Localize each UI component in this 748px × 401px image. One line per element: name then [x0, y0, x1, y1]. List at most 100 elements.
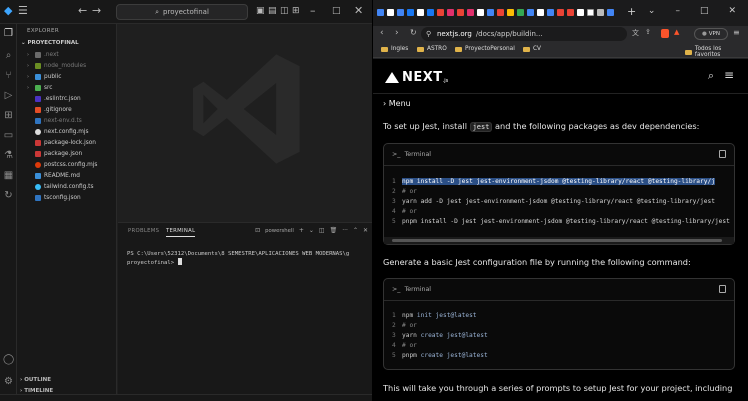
- tab-close-icon[interactable]: [597, 9, 604, 16]
- address-bar[interactable]: ⚲ nextjs.org/docs/app/buildin...: [421, 27, 627, 41]
- browser-maximize-icon[interactable]: □: [700, 6, 709, 16]
- tree-item-postcss-config[interactable]: postcss.config.mjs: [27, 159, 97, 170]
- tab-terminal[interactable]: TERMINAL: [166, 228, 196, 237]
- extensions-icon[interactable]: ⊞: [3, 110, 14, 121]
- shell-label[interactable]: powershell: [265, 228, 294, 234]
- tab-favicon-icon[interactable]: [507, 9, 514, 16]
- minimize-icon[interactable]: –: [310, 4, 316, 18]
- split-terminal-icon[interactable]: ◫: [319, 227, 325, 234]
- code-horizontal-scrollbar[interactable]: [384, 237, 734, 244]
- bookmark-cv[interactable]: CV: [523, 46, 541, 52]
- tree-item-gitignore[interactable]: .gitignore: [27, 104, 72, 115]
- manage-gear-icon[interactable]: ⚙: [3, 376, 14, 387]
- forward-icon[interactable]: ›: [395, 28, 399, 38]
- tree-item-eslintrc[interactable]: .eslintrc.json: [27, 93, 81, 104]
- tab-favicon-icon[interactable]: [417, 9, 424, 16]
- bookmark-ingles[interactable]: Ingles: [381, 46, 408, 52]
- tree-item-next[interactable]: › .next: [27, 49, 59, 60]
- toggle-secondary-sidebar-icon[interactable]: ◫: [280, 4, 289, 18]
- vpn-button[interactable]: ● VPN: [694, 28, 728, 40]
- copy-icon[interactable]: [719, 150, 726, 158]
- hamburger-menu-icon[interactable]: ≡: [724, 68, 734, 82]
- tree-item-tailwind-config[interactable]: tailwind.config.ts: [27, 181, 93, 192]
- tab-favicon-icon[interactable]: [577, 9, 584, 16]
- bookmark-astro[interactable]: ASTRO: [417, 46, 447, 52]
- tab-favicon-icon[interactable]: [377, 9, 384, 16]
- tab-favicon-icon[interactable]: [467, 9, 474, 16]
- site-info-icon[interactable]: ⚲: [426, 30, 431, 38]
- tab-favicon-icon[interactable]: [447, 9, 454, 16]
- kill-terminal-icon[interactable]: 🗑: [330, 227, 338, 234]
- search-icon[interactable]: ⌕: [3, 50, 14, 61]
- maximize-icon[interactable]: □: [332, 4, 341, 18]
- brave-shields-icon[interactable]: [661, 29, 669, 38]
- browser-minimize-icon[interactable]: –: [675, 6, 680, 16]
- copy-icon[interactable]: [719, 285, 726, 293]
- nextjs-logo[interactable]: NEXT .js: [385, 70, 448, 85]
- remote-explorer-icon[interactable]: ▭: [3, 130, 14, 141]
- tab-favicon-icon[interactable]: [517, 9, 524, 16]
- all-bookmarks[interactable]: Todos los favoritos: [685, 46, 748, 58]
- tab-favicon-icon[interactable]: [427, 9, 434, 16]
- tree-item-next-config[interactable]: next.config.mjs: [27, 126, 89, 137]
- tab-problems[interactable]: PROBLEMS: [128, 228, 159, 234]
- back-icon[interactable]: ‹: [380, 28, 384, 38]
- source-control-icon[interactable]: ⑂: [3, 70, 14, 81]
- tree-item-public[interactable]: › public: [27, 71, 61, 82]
- tree-item-package-lock[interactable]: package-lock.json: [27, 137, 96, 148]
- tab-favicon-icon[interactable]: [477, 9, 484, 16]
- tab-favicon-icon[interactable]: [547, 9, 554, 16]
- tab-favicon-icon[interactable]: [527, 9, 534, 16]
- tree-item-package-json[interactable]: package.json: [27, 148, 82, 159]
- docs-menu-toggle[interactable]: › Menu: [383, 99, 411, 108]
- tab-favicon-icon[interactable]: [457, 9, 464, 16]
- outline-section[interactable]: › OUTLINE: [20, 377, 51, 383]
- new-terminal-plus-icon[interactable]: +: [299, 227, 304, 234]
- tab-favicon-icon[interactable]: [557, 9, 564, 16]
- tab-favicon-icon[interactable]: [607, 9, 614, 16]
- tree-item-next-env[interactable]: next-env.d.ts: [27, 115, 82, 126]
- testing-icon[interactable]: ⚗: [3, 150, 14, 161]
- tab-favicon-icon[interactable]: [567, 9, 574, 16]
- share-icon[interactable]: ⇪: [645, 28, 651, 36]
- docker-icon[interactable]: ▦: [3, 170, 14, 181]
- command-center-search[interactable]: ⌕ proyectofinal: [116, 4, 248, 20]
- new-tab-button[interactable]: +: [627, 5, 636, 18]
- browser-menu-icon[interactable]: ≡: [733, 28, 740, 37]
- tab-favicon-icon[interactable]: [407, 9, 414, 16]
- tab-favicon-icon[interactable]: [387, 9, 394, 16]
- brave-rewards-icon[interactable]: ▲: [674, 28, 679, 36]
- terminal-dropdown-icon[interactable]: ⌄: [309, 227, 314, 234]
- search-icon[interactable]: ⌕: [708, 69, 714, 83]
- back-arrow-icon[interactable]: ←: [78, 4, 87, 18]
- toggle-sidebar-icon[interactable]: ▣: [256, 4, 265, 18]
- forward-arrow-icon[interactable]: →: [92, 4, 101, 18]
- active-tab-favicon-icon[interactable]: [587, 9, 594, 16]
- layout-icon[interactable]: ⊞: [292, 4, 300, 18]
- more-actions-icon[interactable]: ···: [342, 227, 348, 234]
- browser-close-icon[interactable]: ✕: [728, 6, 736, 16]
- tree-item-src[interactable]: › src: [27, 82, 52, 93]
- tab-favicon-icon[interactable]: [497, 9, 504, 16]
- live-share-icon[interactable]: ↻: [3, 190, 14, 201]
- browser-tab-search-icon[interactable]: ⌄: [648, 6, 656, 16]
- explorer-files-icon[interactable]: ❐: [3, 28, 14, 39]
- tree-item-readme[interactable]: README.md: [27, 170, 80, 181]
- run-debug-icon[interactable]: ▷: [3, 90, 14, 101]
- tab-favicon-icon[interactable]: [537, 9, 544, 16]
- terminal-output[interactable]: PS C:\Users\52312\Documents\8 SEMESTRE\A…: [127, 250, 372, 267]
- tab-favicon-icon[interactable]: [397, 9, 404, 16]
- close-panel-icon[interactable]: ✕: [363, 227, 368, 234]
- menu-icon[interactable]: ☰: [18, 4, 28, 18]
- account-icon[interactable]: ◯: [3, 354, 14, 365]
- tree-item-tsconfig[interactable]: tsconfig.json: [27, 192, 81, 203]
- tab-favicon-icon[interactable]: [487, 9, 494, 16]
- maximize-panel-icon[interactable]: ⌃: [353, 227, 358, 234]
- bookmark-proyectopersonal[interactable]: ProyectoPersonal: [455, 46, 515, 52]
- tab-favicon-icon[interactable]: [437, 9, 444, 16]
- close-icon[interactable]: ✕: [354, 4, 363, 18]
- reload-icon[interactable]: ↻: [410, 28, 417, 37]
- project-root-folder[interactable]: ⌄ PROYECTOFINAL: [21, 40, 79, 46]
- translate-icon[interactable]: 文: [632, 28, 639, 38]
- toggle-panel-icon[interactable]: ▤: [268, 4, 277, 18]
